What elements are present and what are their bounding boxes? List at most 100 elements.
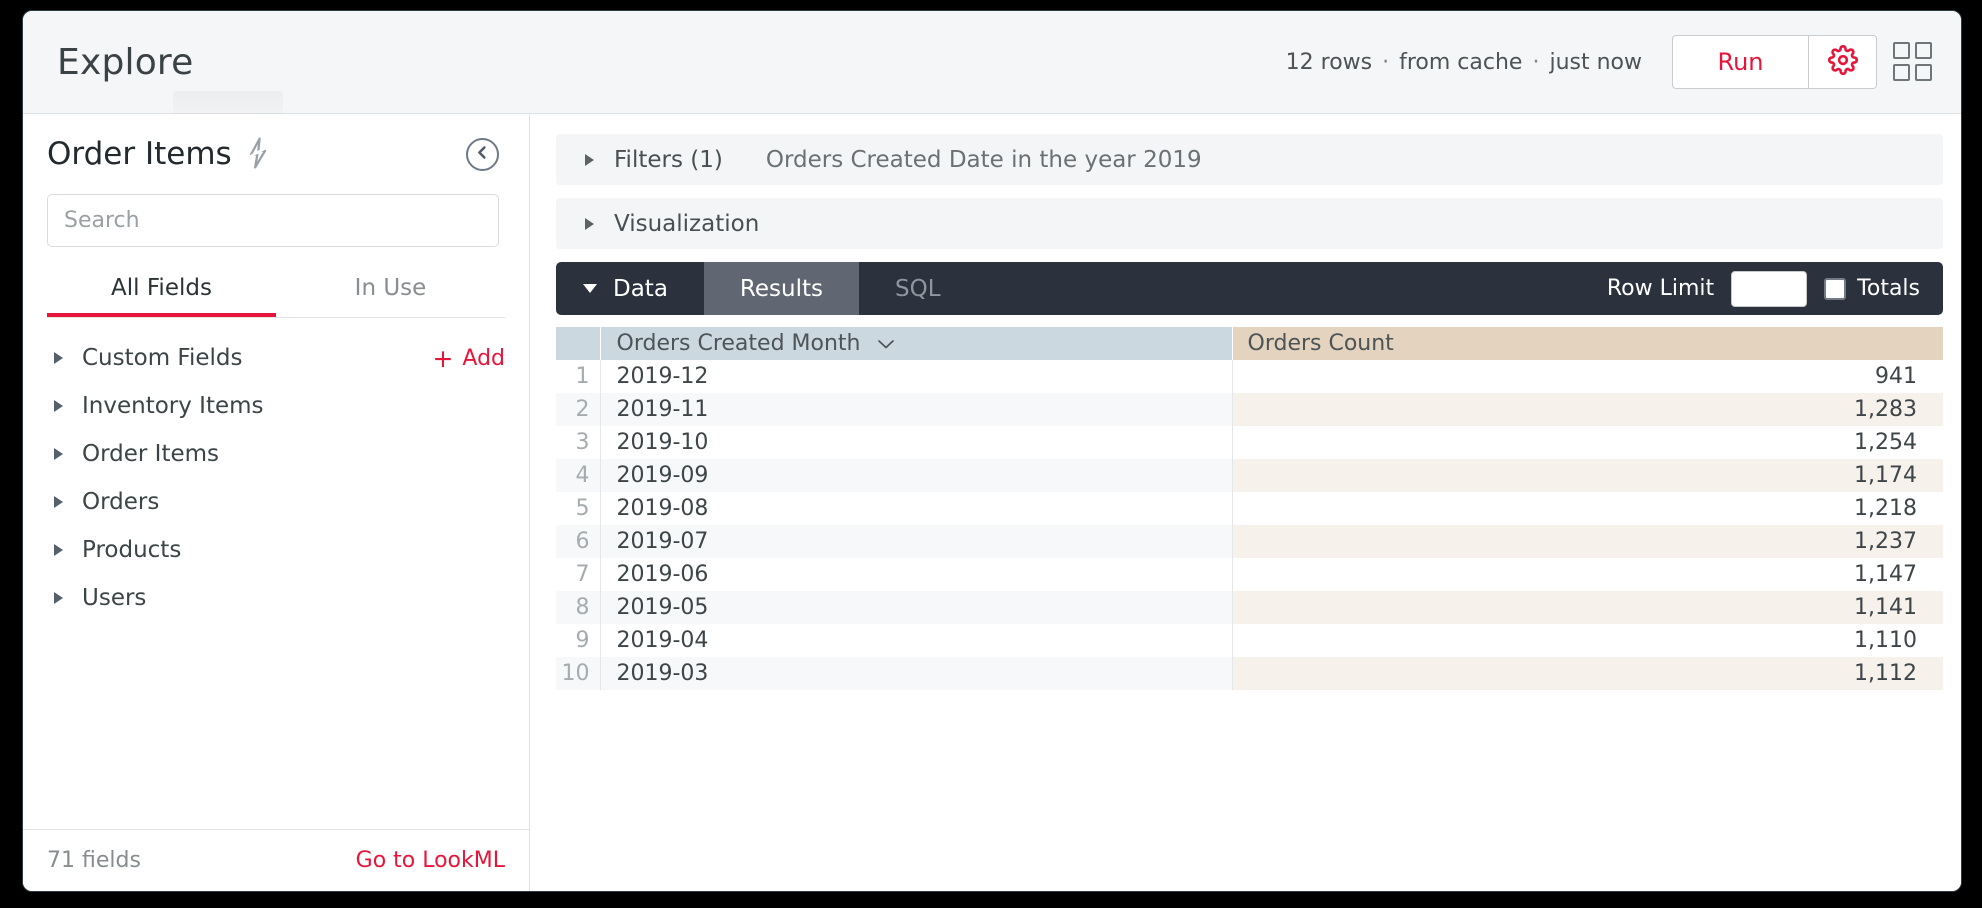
cell-orders-count[interactable]: 1,283 [1231, 393, 1943, 426]
table-row[interactable]: 2 2019-11 1,283 [556, 393, 1943, 426]
filters-summary: Orders Created Date in the year 2019 [765, 146, 1202, 173]
table-row[interactable]: 7 2019-06 1,147 [556, 558, 1943, 591]
tab-sql-label: SQL [894, 275, 941, 302]
tab-data[interactable]: Data [556, 262, 704, 315]
chevron-right-icon [585, 217, 594, 230]
cell-orders-created-month[interactable]: 2019-04 [599, 624, 1232, 657]
row-number-cell: 9 [556, 624, 600, 657]
cell-orders-created-month[interactable]: 2019-09 [599, 459, 1232, 492]
row-limit-input[interactable] [1731, 270, 1808, 307]
chevron-right-icon [54, 400, 63, 412]
field-group-orders[interactable]: Orders [47, 478, 505, 526]
caret-down-icon [583, 284, 597, 293]
grid-apps-icon[interactable] [1893, 42, 1933, 82]
page-title: Explore [57, 41, 194, 83]
field-group-users[interactable]: Users [47, 574, 505, 622]
chevron-right-icon [54, 352, 63, 364]
cell-orders-count[interactable]: 1,174 [1231, 459, 1943, 492]
cell-orders-count[interactable]: 1,112 [1231, 657, 1943, 690]
cell-orders-count[interactable]: 1,254 [1231, 426, 1943, 459]
table-row[interactable]: 1 2019-12 941 [556, 360, 1943, 393]
run-button-label: Run [1717, 48, 1764, 76]
field-group-label: Products [82, 537, 182, 563]
totals-checkbox[interactable] [1824, 277, 1847, 300]
field-group-products[interactable]: Products [47, 526, 505, 574]
top-header-bar: Explore 12 rows · from cache · just now … [23, 11, 1961, 114]
visualization-accordion[interactable]: Visualization [556, 198, 1943, 249]
chevron-right-icon [54, 496, 63, 508]
column-header-orders-created-month[interactable]: Orders Created Month [599, 327, 1232, 360]
cell-orders-created-month[interactable]: 2019-08 [599, 492, 1232, 525]
cell-orders-created-month[interactable]: 2019-10 [599, 426, 1232, 459]
run-button[interactable]: Run [1672, 35, 1809, 89]
column-header-label: Orders Created Month [616, 331, 861, 356]
filters-accordion[interactable]: Filters (1) Orders Created Date in the y… [556, 134, 1943, 185]
field-picker-sidebar: Order Items Search All Fields In Use Cus… [23, 114, 530, 891]
cell-orders-created-month[interactable]: 2019-11 [599, 393, 1232, 426]
row-number-cell: 8 [556, 591, 600, 624]
tab-all-fields[interactable]: All Fields [47, 275, 276, 317]
visualization-label: Visualization [614, 210, 760, 237]
row-number-cell: 5 [556, 492, 600, 525]
field-group-label: Order Items [82, 441, 220, 467]
tab-sql[interactable]: SQL [859, 262, 977, 315]
table-row[interactable]: 8 2019-05 1,141 [556, 591, 1943, 624]
cell-orders-count[interactable]: 941 [1231, 360, 1943, 393]
explore-main-panel: Filters (1) Orders Created Date in the y… [531, 114, 1961, 891]
add-custom-field-label: Add [462, 345, 505, 371]
field-group-custom-fields[interactable]: Custom Fields + Add [47, 334, 505, 382]
column-header-orders-count[interactable]: Orders Count [1231, 327, 1943, 360]
cell-orders-created-month[interactable]: 2019-07 [599, 525, 1232, 558]
tab-in-use[interactable]: In Use [276, 275, 505, 317]
row-number-cell: 6 [556, 525, 600, 558]
results-table: Orders Created Month Orders Count 12019-… [556, 327, 1943, 690]
field-group-list: Custom Fields + Add Inventory Items Orde… [23, 334, 529, 622]
row-number-cell: 1 [556, 360, 600, 393]
cell-orders-created-month[interactable]: 2019-05 [599, 591, 1232, 624]
table-row[interactable]: 6 2019-07 1,237 [556, 525, 1943, 558]
add-custom-field-button[interactable]: + Add [432, 346, 505, 371]
table-row[interactable]: 9 2019-04 1,110 [556, 624, 1943, 657]
row-number-cell: 3 [556, 426, 600, 459]
cell-orders-count[interactable]: 1,237 [1231, 525, 1943, 558]
sidebar-footer: 71 fields Go to LookML [23, 829, 529, 891]
cell-orders-created-month[interactable]: 2019-03 [599, 657, 1232, 690]
tab-data-label: Data [613, 275, 668, 302]
field-group-inventory-items[interactable]: Inventory Items [47, 382, 505, 430]
cell-orders-count[interactable]: 1,147 [1231, 558, 1943, 591]
last-run-time-label: just now [1549, 49, 1642, 75]
table-row[interactable]: 3 2019-10 1,254 [556, 426, 1943, 459]
field-tabs: All Fields In Use [47, 275, 505, 318]
row-number-cell: 7 [556, 558, 600, 591]
data-toolbar-right-group: Row Limit Totals [1607, 262, 1943, 315]
sidebar-header: Order Items [23, 114, 529, 172]
search-input[interactable] [47, 194, 499, 247]
field-group-order-items[interactable]: Order Items [47, 430, 505, 478]
cell-orders-count[interactable]: 1,218 [1231, 492, 1943, 525]
explore-name-label: Order Items [47, 136, 232, 172]
cell-orders-count[interactable]: 1,141 [1231, 591, 1943, 624]
cell-orders-created-month[interactable]: 2019-06 [599, 558, 1232, 591]
field-group-label: Orders [82, 489, 160, 515]
meta-separator-2: · [1532, 49, 1540, 75]
rows-count-label: 12 rows [1285, 49, 1373, 75]
lightning-bolt-icon [246, 136, 270, 172]
chevron-down-icon[interactable] [868, 331, 896, 356]
tab-results-label: Results [739, 275, 823, 302]
settings-gear-button[interactable] [1809, 35, 1877, 89]
table-row[interactable]: 4 2019-09 1,174 [556, 459, 1943, 492]
totals-toggle[interactable]: Totals [1824, 276, 1920, 301]
cell-orders-count[interactable]: 1,110 [1231, 624, 1943, 657]
chevron-right-icon [54, 544, 63, 556]
results-table-head: Orders Created Month Orders Count [556, 327, 1943, 360]
table-row[interactable]: 10 2019-03 1,112 [556, 657, 1943, 690]
go-to-lookml-link[interactable]: Go to LookML [356, 848, 505, 873]
sidebar-collapse-button[interactable] [466, 137, 499, 171]
table-row[interactable]: 5 2019-08 1,218 [556, 492, 1943, 525]
column-header-label: Orders Count [1247, 331, 1394, 356]
cell-orders-created-month[interactable]: 2019-12 [599, 360, 1232, 393]
tab-results[interactable]: Results [703, 262, 859, 315]
chevron-left-icon [475, 145, 490, 164]
filters-label: Filters (1) [614, 146, 723, 173]
fields-count-label: 71 fields [47, 848, 141, 873]
